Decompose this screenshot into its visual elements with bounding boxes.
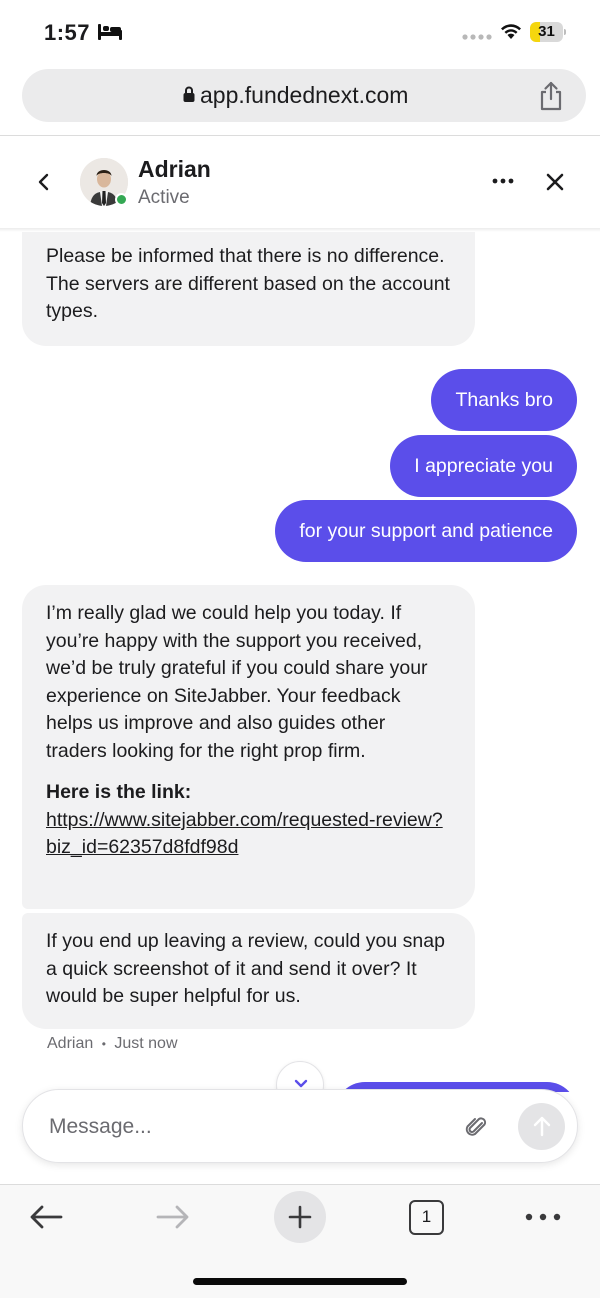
close-icon[interactable]: [546, 173, 564, 191]
chevron-left-icon[interactable]: [36, 172, 50, 192]
battery-level: 31: [538, 23, 555, 40]
incoming-message: I’m really glad we could help you today.…: [22, 585, 475, 909]
message-text: If you end up leaving a review, could yo…: [46, 930, 445, 1007]
battery-icon: 31: [530, 22, 566, 42]
meta-time: Just now: [114, 1035, 178, 1052]
address-bar[interactable]: app.fundednext.com: [22, 69, 586, 122]
home-indicator: [193, 1278, 407, 1285]
share-icon[interactable]: [538, 81, 564, 111]
message-input[interactable]: [49, 1110, 429, 1144]
arrow-right-icon[interactable]: [155, 1204, 191, 1230]
agent-name: Adrian: [138, 156, 211, 182]
bed-icon: [98, 24, 122, 40]
status-bar: 1:57 31: [0, 0, 600, 64]
paperclip-icon[interactable]: [463, 1114, 489, 1140]
message-text: I’m really glad we could help you today.…: [46, 602, 428, 762]
agent-status: Active: [138, 187, 190, 208]
arrow-left-icon[interactable]: [28, 1204, 64, 1230]
arrow-up-icon: [533, 1116, 551, 1137]
message-composer: [22, 1089, 578, 1163]
message-text: Please be informed that there is no diff…: [46, 245, 450, 322]
incoming-message: Please be informed that there is no diff…: [22, 232, 475, 346]
send-button[interactable]: [518, 1103, 565, 1150]
online-status-dot: [115, 193, 128, 206]
more-icon[interactable]: [492, 178, 514, 184]
new-tab-button[interactable]: [274, 1191, 326, 1243]
wifi-icon: [501, 24, 521, 39]
message-meta: Adrian • Just now: [47, 1035, 178, 1053]
signal-dots-icon: [462, 34, 492, 40]
meta-separator: •: [101, 1037, 106, 1051]
ellipsis-icon[interactable]: [525, 1213, 561, 1221]
chat-header: Adrian Active: [0, 136, 600, 228]
message-list[interactable]: Please be informed that there is no diff…: [0, 232, 600, 1092]
outgoing-message: I appreciate you: [390, 435, 577, 497]
status-time: 1:57: [44, 20, 91, 45]
plus-icon: [288, 1205, 312, 1229]
link-heading: Here is the link:: [46, 781, 192, 803]
outgoing-message: Thanks bro: [431, 369, 577, 431]
tabs-button[interactable]: 1: [409, 1200, 444, 1235]
url-text: app.fundednext.com: [200, 82, 409, 108]
meta-sender: Adrian: [47, 1035, 94, 1052]
outgoing-message: for your support and patience: [275, 500, 577, 562]
scroll-to-bottom-button[interactable]: [276, 1061, 324, 1092]
review-link[interactable]: https://www.sitejabber.com/requested-rev…: [46, 809, 443, 859]
incoming-message: If you end up leaving a review, could yo…: [22, 913, 475, 1029]
lock-icon: [183, 86, 195, 102]
browser-toolbar: 1: [0, 1185, 600, 1298]
